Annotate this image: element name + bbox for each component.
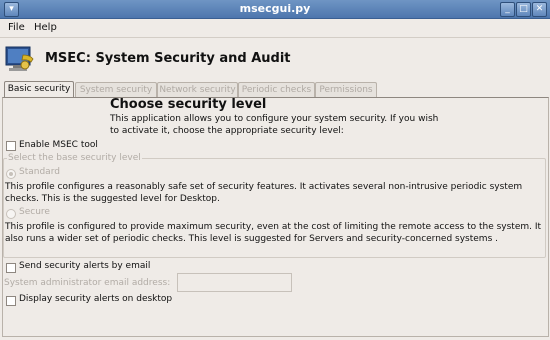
admin-email-label: System administrator email address: [4,278,171,288]
email-alerts-label[interactable]: Send security alerts by email [19,261,150,271]
maximize-icon[interactable]: □ [516,2,531,17]
security-level-group-label: Select the base security level [7,153,142,163]
standard-label[interactable]: Standard [19,167,60,177]
enable-msec-label[interactable]: Enable MSEC tool [19,140,98,150]
email-alerts-checkbox[interactable] [6,263,16,273]
enable-msec-checkbox[interactable] [6,141,16,151]
tab-basic-security[interactable]: Basic security [4,81,74,98]
choose-level-description: This application allows you to configure… [110,114,439,136]
standard-radio[interactable] [6,169,16,179]
tab-permissions[interactable]: Permissions [315,82,377,97]
app-title: MSEC: System Security and Audit [45,51,291,66]
standard-description: This profile configures a reasonably saf… [5,182,523,204]
close-icon[interactable]: ✕ [532,2,547,17]
tab-periodic-checks[interactable]: Periodic checks [238,82,315,97]
admin-email-input[interactable] [177,273,292,292]
secure-radio[interactable] [6,209,16,219]
choose-level-heading: Choose security level [110,97,267,112]
menu-bar: File Help [0,19,550,38]
desktop-alerts-checkbox[interactable] [6,296,16,306]
menu-help[interactable]: Help [34,22,57,33]
menu-file[interactable]: File [8,22,25,33]
secure-label[interactable]: Secure [19,207,50,217]
window-title: msecgui.py [239,2,311,15]
tab-system-security[interactable]: System security [75,82,157,97]
security-monitor-icon [5,46,34,71]
tab-network-security[interactable]: Network security [157,82,238,97]
desktop-alerts-label[interactable]: Display security alerts on desktop [19,294,172,304]
minimize-icon[interactable]: _ [500,2,515,17]
title-bar[interactable]: ▾ msecgui.py _ □ ✕ [0,0,550,19]
secure-description: This profile is configured to provide ma… [5,222,542,244]
